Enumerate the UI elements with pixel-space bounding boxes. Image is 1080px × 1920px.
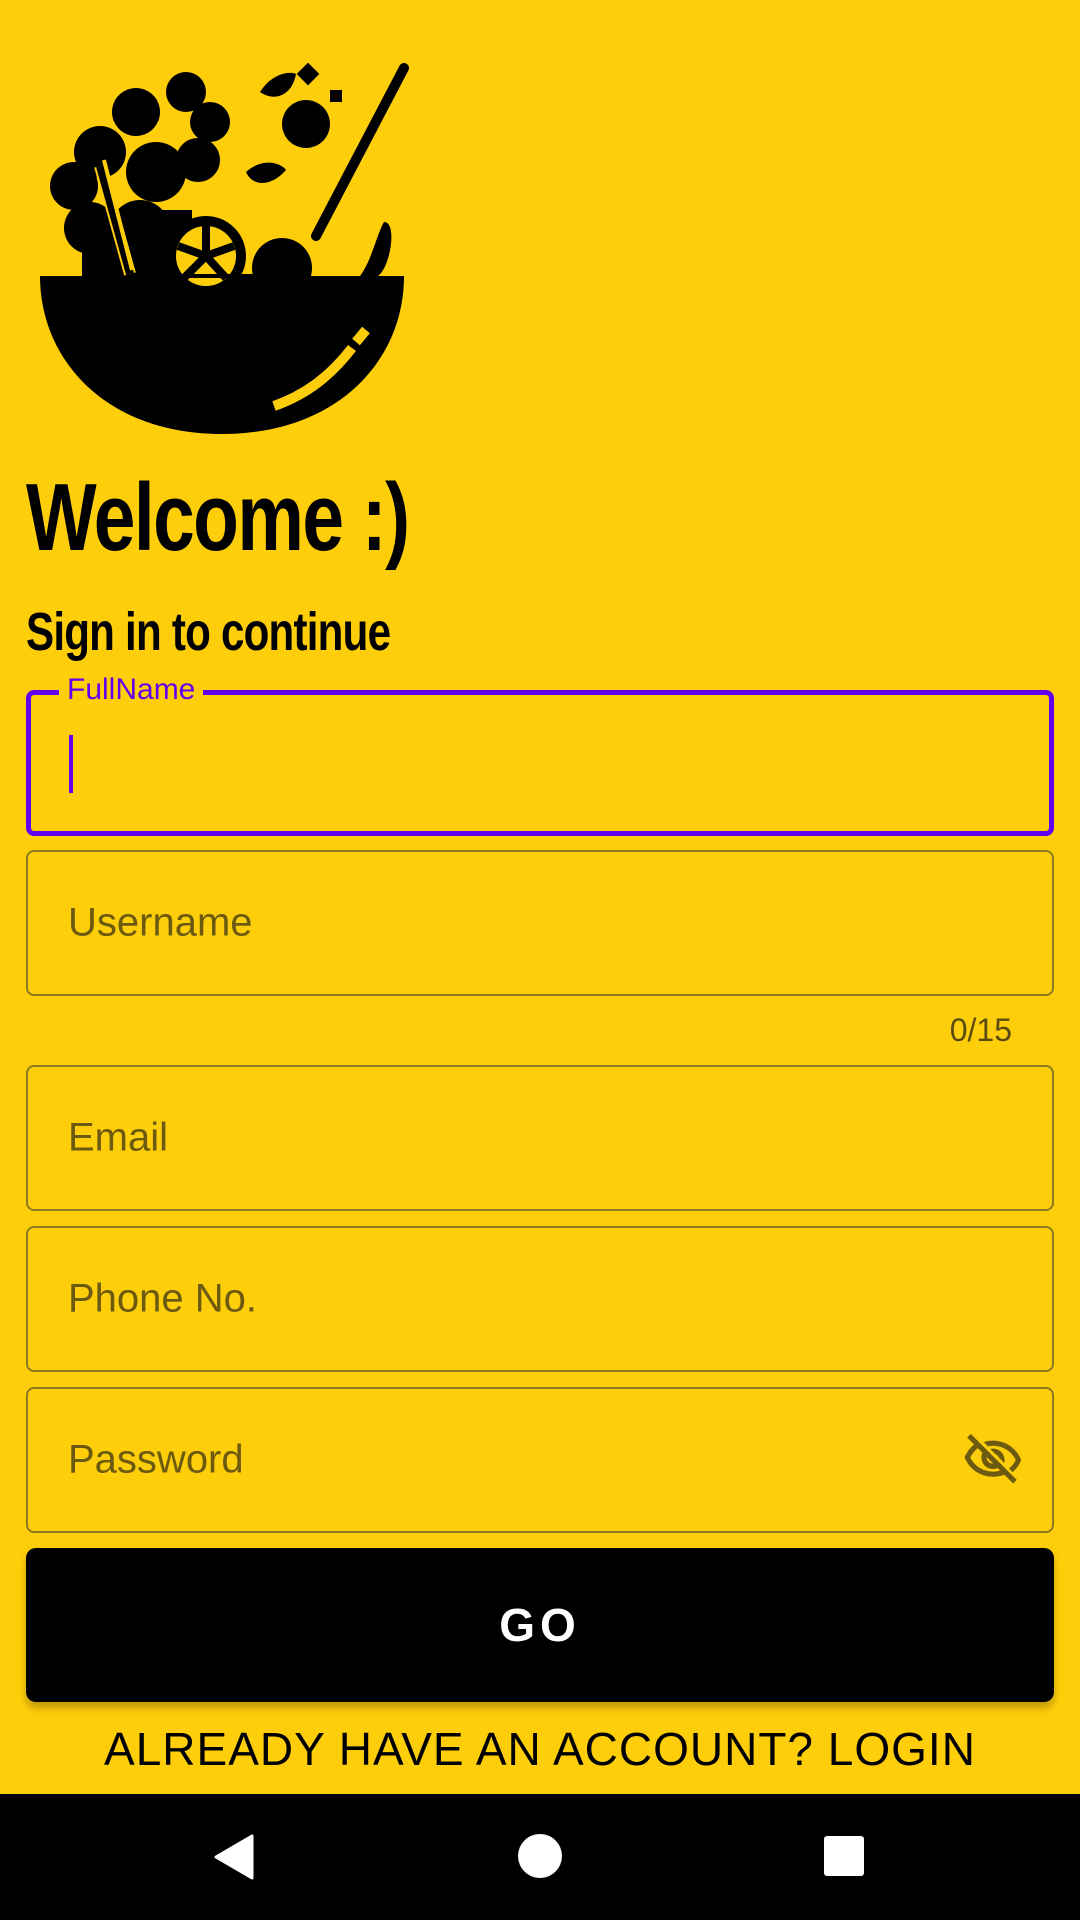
email-placeholder: Email [68,1115,169,1160]
eye-off-icon[interactable] [962,1429,1024,1491]
username-field[interactable]: Username [26,850,1054,996]
sign-in-subtitle: Sign in to continue [26,602,391,662]
recents-square-icon[interactable] [824,1836,864,1876]
username-placeholder: Username [68,900,253,945]
welcome-title: Welcome :) [26,464,410,571]
phone-field[interactable]: Phone No. [26,1226,1054,1372]
fullname-label: FullName [59,672,204,708]
login-link[interactable]: ALREADY HAVE AN ACCOUNT? LOGIN [0,1722,1080,1776]
text-cursor [69,735,73,793]
password-placeholder: Password [68,1437,244,1482]
fullname-field[interactable]: FullName [26,672,1054,836]
home-circle-icon[interactable] [518,1834,562,1878]
go-button[interactable]: GO [26,1548,1054,1702]
back-triangle-icon[interactable] [212,1834,258,1880]
phone-placeholder: Phone No. [68,1276,258,1321]
system-nav-bar [0,1794,1080,1920]
password-field[interactable]: Password [26,1387,1054,1533]
username-char-counter: 0/15 [949,1012,1012,1048]
email-field[interactable]: Email [26,1065,1054,1211]
salad-bowl-icon [40,62,409,434]
